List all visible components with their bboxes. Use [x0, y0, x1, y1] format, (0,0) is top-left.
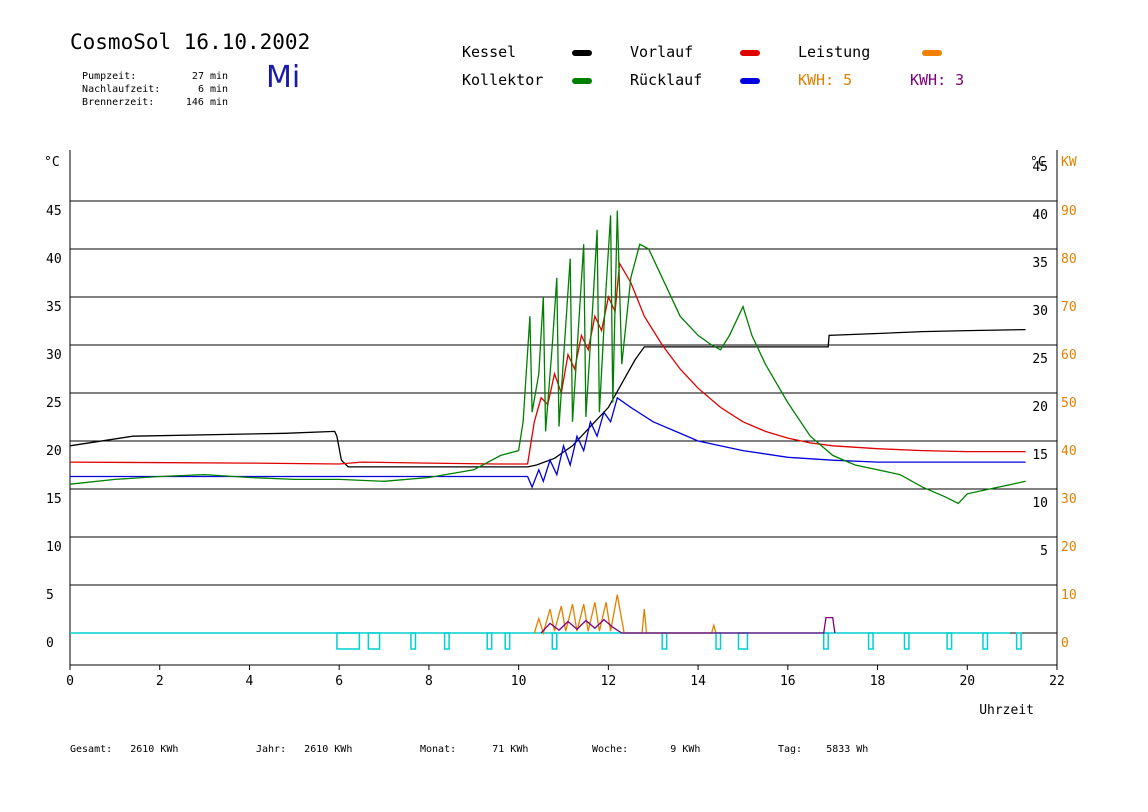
- footer-value: 2610 KWh: [130, 744, 179, 755]
- pump-pulse: [715, 632, 722, 650]
- y-tick-label-left: 35: [46, 300, 62, 315]
- x-tick-label: 16: [780, 674, 796, 689]
- pump-pulse: [443, 632, 450, 650]
- pump-pulse: [661, 632, 668, 650]
- footer-label: Tag:: [778, 744, 803, 755]
- x-tick-label: 0: [66, 674, 74, 689]
- pump-pulse: [367, 632, 381, 650]
- footer-value: 5833 Wh: [826, 744, 869, 755]
- pump-pulse: [867, 632, 874, 650]
- pump-pulse: [410, 632, 417, 650]
- series-line-kwh-leistung-2: [540, 616, 836, 634]
- pump-pulse: [1015, 632, 1022, 650]
- y-tick-label-right-temp: 40: [1032, 208, 1048, 223]
- y-tick-label-left: 45: [46, 204, 62, 219]
- y-axis-label-right-temp: °C: [1030, 155, 1046, 170]
- temperature-chart: 0510152025303540455101520253035404501020…: [44, 150, 1077, 718]
- x-tick-label: 14: [690, 674, 706, 689]
- series-line-kollektor: [69, 210, 1026, 505]
- y-tick-label-right-power: 10: [1061, 588, 1077, 603]
- footer-woche: Woche: 9 KWh: [592, 744, 700, 755]
- y-tick-label-right-temp: 10: [1032, 496, 1048, 511]
- y-tick-label-right-power: 90: [1061, 204, 1077, 219]
- pump-pulse: [486, 632, 493, 650]
- footer-value: 71 KWh: [492, 744, 529, 755]
- pump-pulse: [737, 632, 749, 650]
- footer-label: Gesamt:: [70, 744, 113, 755]
- x-tick-label: 6: [335, 674, 343, 689]
- y-tick-label-left: 5: [46, 588, 54, 603]
- footer-label: Jahr:: [256, 744, 287, 755]
- pump-pulse: [551, 632, 558, 650]
- y-tick-label-right-temp: 25: [1032, 352, 1048, 367]
- y-axis-label-left: °C: [44, 155, 60, 170]
- y-tick-label-left: 25: [46, 396, 62, 411]
- pump-pulse: [982, 632, 989, 650]
- pump-pulse: [822, 632, 829, 650]
- footer-gesamt: Gesamt: 2610 KWh: [70, 744, 178, 755]
- y-tick-label-right-temp: 35: [1032, 256, 1048, 271]
- y-tick-label-right-power: 30: [1061, 492, 1077, 507]
- y-tick-label-right-power: 60: [1061, 348, 1077, 363]
- footer-value: 9 KWh: [670, 744, 701, 755]
- y-tick-label-right-temp: 20: [1032, 400, 1048, 415]
- x-axis-label: Uhrzeit: [979, 703, 1034, 718]
- y-tick-label-right-temp: 15: [1032, 448, 1048, 463]
- footer-label: Woche:: [592, 744, 629, 755]
- x-tick-label: 18: [870, 674, 886, 689]
- footer-tag: Tag: 5833 Wh: [778, 744, 868, 755]
- y-tick-label-right-power: 80: [1061, 252, 1077, 267]
- y-tick-label-left: 0: [46, 636, 54, 651]
- pump-pulse: [946, 632, 953, 650]
- footer-value: 2610 KWh: [304, 744, 353, 755]
- y-tick-label-right-power: 70: [1061, 300, 1077, 315]
- y-tick-label-left: 40: [46, 252, 62, 267]
- series-line-vorlauf: [69, 261, 1026, 465]
- y-tick-label-left: 30: [46, 348, 62, 363]
- pump-pulse: [504, 632, 511, 650]
- y-tick-label-right-temp: 5: [1040, 544, 1048, 559]
- pump-pulse: [903, 632, 910, 650]
- x-tick-label: 2: [156, 674, 164, 689]
- y-tick-label-left: 10: [46, 540, 62, 555]
- y-tick-label-left: 15: [46, 492, 62, 507]
- pump-pulse: [336, 632, 361, 650]
- y-tick-label-left: 20: [46, 444, 62, 459]
- x-tick-label: 12: [601, 674, 617, 689]
- x-tick-label: 10: [511, 674, 527, 689]
- x-tick-label: 8: [425, 674, 433, 689]
- y-tick-label-right-power: 0: [1061, 636, 1069, 651]
- y-tick-label-right-power: 40: [1061, 444, 1077, 459]
- footer-jahr: Jahr: 2610 KWh: [256, 744, 352, 755]
- x-tick-label: 20: [959, 674, 975, 689]
- footer-monat: Monat: 71 KWh: [420, 744, 528, 755]
- y-tick-label-right-power: 20: [1061, 540, 1077, 555]
- footer-label: Monat:: [420, 744, 457, 755]
- y-tick-label-right-temp: 30: [1032, 304, 1048, 319]
- x-tick-label: 22: [1049, 674, 1065, 689]
- x-tick-label: 4: [246, 674, 254, 689]
- y-axis-label-right-power: KW: [1061, 155, 1077, 170]
- y-tick-label-right-power: 50: [1061, 396, 1077, 411]
